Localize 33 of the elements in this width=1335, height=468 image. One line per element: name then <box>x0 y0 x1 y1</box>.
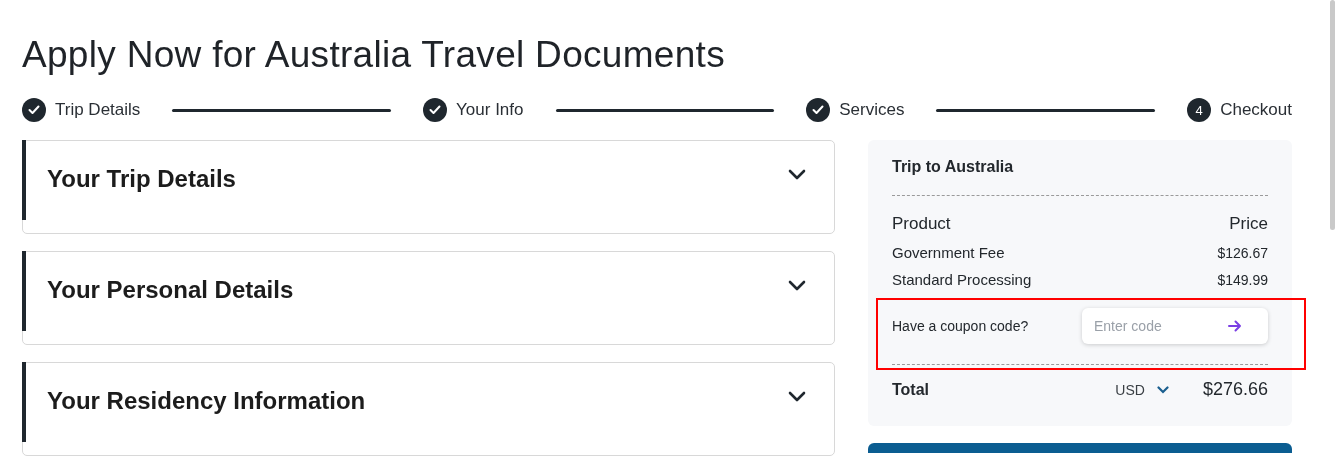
chevron-down-icon[interactable] <box>788 169 806 181</box>
coupon-field[interactable]: Enter code <box>1082 308 1268 344</box>
scrollbar[interactable] <box>1330 0 1335 230</box>
step-label: Services <box>839 100 905 120</box>
step-number-badge: 4 <box>1187 98 1212 122</box>
section-title: Your Trip Details <box>47 165 236 193</box>
chevron-down-icon[interactable] <box>788 280 806 292</box>
item-price: $126.67 <box>1217 244 1268 261</box>
accordion-card[interactable]: Your Residency Information <box>22 362 835 456</box>
check-icon <box>812 105 825 115</box>
accordion-card[interactable]: Your Personal Details <box>22 251 835 345</box>
section-title: Your Personal Details <box>47 276 294 304</box>
chevron-down-icon[interactable] <box>788 391 806 403</box>
page-title: Apply Now for Australia Travel Documents <box>22 34 726 77</box>
check-icon <box>429 105 442 115</box>
step-label: Your Info <box>456 100 524 120</box>
column-header: Product <box>892 214 951 234</box>
column-header: Price <box>1229 214 1268 234</box>
step-label: Checkout <box>1220 100 1292 120</box>
item-name: Government Fee <box>892 244 1005 261</box>
section-title: Your Residency Information <box>47 387 366 415</box>
arrow-right-icon[interactable] <box>1228 320 1242 332</box>
step-label: Trip Details <box>55 100 141 120</box>
accordion-card[interactable]: Your Trip Details <box>22 140 835 234</box>
total-amount: $276.66 <box>1202 379 1268 400</box>
item-name: Standard Processing <box>892 271 1032 288</box>
item-price: $149.99 <box>1217 271 1268 288</box>
chevron-down-icon <box>1156 385 1169 394</box>
currency-select[interactable]: USD <box>1115 381 1169 398</box>
check-icon <box>28 105 40 115</box>
summary-title: Trip to Australia <box>892 158 1014 175</box>
total-label: Total <box>892 380 930 399</box>
coupon-label: Have a coupon code? <box>892 318 1029 334</box>
